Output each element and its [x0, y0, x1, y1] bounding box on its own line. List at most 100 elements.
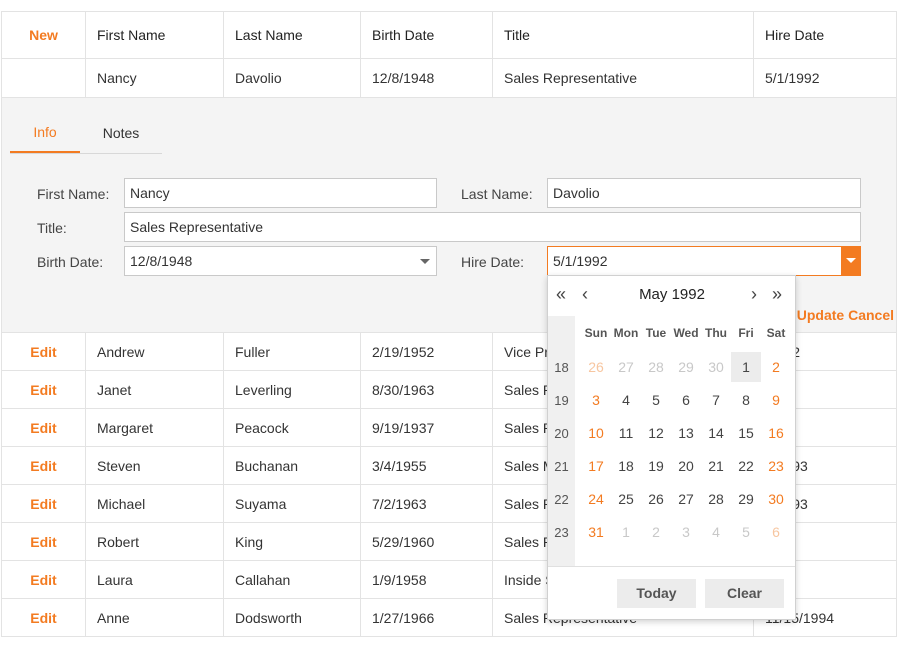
next-year-icon[interactable]: »	[772, 284, 782, 305]
cell-first-name: Steven	[85, 447, 223, 484]
calendar-day[interactable]: 28	[641, 352, 671, 382]
title-field[interactable]: Sales Representative	[124, 212, 861, 242]
cell-last-name: Suyama	[223, 485, 360, 522]
weekday-header: Mon	[613, 326, 639, 340]
calendar-day[interactable]: 25	[611, 484, 641, 514]
calendar-day[interactable]: 16	[761, 418, 791, 448]
week-number: 19	[554, 393, 569, 408]
chevron-down-icon[interactable]	[420, 259, 430, 264]
hire-date-picker[interactable]: 5/1/1992	[547, 246, 861, 276]
cell-title: Sales Representative	[492, 59, 753, 97]
calendar-divider	[548, 566, 795, 567]
calendar-day[interactable]: 8	[731, 385, 761, 415]
title-label: Title:	[37, 220, 67, 236]
column-header-hire-date[interactable]: Hire Date	[753, 12, 898, 58]
hire-date-label: Hire Date:	[461, 254, 525, 270]
first-name-field[interactable]: Nancy	[124, 178, 437, 208]
calendar-day[interactable]: 3	[581, 385, 611, 415]
calendar-day[interactable]: 18	[611, 451, 641, 481]
calendar-day[interactable]: 19	[641, 451, 671, 481]
birth-date-value: 12/8/1948	[130, 253, 193, 269]
edit-button[interactable]: Edit	[2, 333, 85, 370]
edit-button[interactable]: Edit	[2, 371, 85, 408]
calendar-day[interactable]: 2	[641, 517, 671, 547]
calendar-day[interactable]: 4	[611, 385, 641, 415]
cancel-button[interactable]: Cancel	[848, 307, 894, 323]
calendar-day[interactable]: 15	[731, 418, 761, 448]
calendar-day[interactable]: 27	[611, 352, 641, 382]
calendar-day[interactable]: 1	[611, 517, 641, 547]
edit-button[interactable]: Edit	[2, 599, 85, 636]
calendar-day[interactable]: 6	[761, 517, 791, 547]
tab-notes[interactable]: Notes	[80, 112, 162, 153]
new-button[interactable]: New	[2, 12, 85, 58]
calendar-day[interactable]: 4	[701, 517, 731, 547]
calendar-day[interactable]: 28	[701, 484, 731, 514]
cell-first-name: Michael	[85, 485, 223, 522]
calendar-day[interactable]: 1	[731, 352, 761, 382]
weekday-header: Sun	[584, 326, 608, 340]
next-month-icon[interactable]: ›	[751, 284, 757, 305]
birth-date-label: Birth Date:	[37, 254, 104, 270]
calendar-day[interactable]: 9	[761, 385, 791, 415]
tab-info[interactable]: Info	[10, 112, 80, 153]
column-header-birth-date[interactable]: Birth Date	[360, 12, 492, 58]
calendar-day[interactable]: 30	[761, 484, 791, 514]
calendar-day[interactable]: 23	[761, 451, 791, 481]
prev-month-icon[interactable]: ‹	[582, 284, 588, 305]
edit-button[interactable]: Edit	[2, 409, 85, 446]
calendar-day[interactable]: 10	[581, 418, 611, 448]
first-name-label: First Name:	[37, 186, 110, 202]
calendar-day[interactable]: 5	[731, 517, 761, 547]
last-name-label: Last Name:	[461, 186, 533, 202]
cell-last-name: King	[223, 523, 360, 560]
calendar-day[interactable]: 17	[581, 451, 611, 481]
edit-button[interactable]: Edit	[2, 485, 85, 522]
calendar-day[interactable]: 3	[671, 517, 701, 547]
calendar-day[interactable]: 27	[671, 484, 701, 514]
calendar-day[interactable]: 21	[701, 451, 731, 481]
calendar-day[interactable]: 14	[701, 418, 731, 448]
table-row-editing[interactable]: Nancy Davolio 12/8/1948 Sales Representa…	[2, 58, 896, 97]
new-label[interactable]: New	[29, 27, 58, 43]
calendar-day[interactable]: 5	[641, 385, 671, 415]
cell-birth-date: 12/8/1948	[360, 59, 492, 97]
weekday-header: Sat	[766, 326, 786, 340]
cell-birth-date: 7/2/1963	[360, 485, 492, 522]
calendar-day[interactable]: 2	[761, 352, 791, 382]
calendar-day[interactable]: 7	[701, 385, 731, 415]
calendar-day[interactable]: 22	[731, 451, 761, 481]
edit-button[interactable]: Edit	[2, 561, 85, 598]
week-number: 21	[554, 459, 569, 474]
cell-last-name: Callahan	[223, 561, 360, 598]
today-button[interactable]: Today	[617, 579, 696, 608]
calendar-day[interactable]: 20	[671, 451, 701, 481]
calendar-day[interactable]: 31	[581, 517, 611, 547]
last-name-field[interactable]: Davolio	[547, 178, 861, 208]
calendar-day[interactable]: 6	[671, 385, 701, 415]
calendar-day[interactable]: 30	[701, 352, 731, 382]
prev-year-icon[interactable]: «	[556, 284, 566, 305]
column-header-first-name[interactable]: First Name	[85, 12, 223, 58]
calendar-day[interactable]: 29	[731, 484, 761, 514]
calendar-day[interactable]: 12	[641, 418, 671, 448]
hire-date-value[interactable]: 5/1/1992	[553, 253, 608, 269]
cell-birth-date: 2/19/1952	[360, 333, 492, 370]
clear-button[interactable]: Clear	[705, 579, 784, 608]
calendar-day[interactable]: 11	[611, 418, 641, 448]
calendar-day[interactable]: 26	[641, 484, 671, 514]
calendar-day[interactable]: 26	[581, 352, 611, 382]
column-header-last-name[interactable]: Last Name	[223, 12, 360, 58]
calendar-day[interactable]: 24	[581, 484, 611, 514]
column-header-title[interactable]: Title	[492, 12, 753, 58]
edit-button[interactable]: Edit	[2, 447, 85, 484]
calendar-day[interactable]: 29	[671, 352, 701, 382]
update-button[interactable]: Update	[797, 307, 844, 323]
calendar-title[interactable]: May 1992	[608, 286, 736, 303]
cell-birth-date: 5/29/1960	[360, 523, 492, 560]
cell-first-name: Andrew	[85, 333, 223, 370]
calendar-toggle-button[interactable]	[841, 246, 861, 276]
calendar-day[interactable]: 13	[671, 418, 701, 448]
birth-date-dropdown[interactable]: 12/8/1948	[124, 246, 437, 276]
edit-button[interactable]: Edit	[2, 523, 85, 560]
